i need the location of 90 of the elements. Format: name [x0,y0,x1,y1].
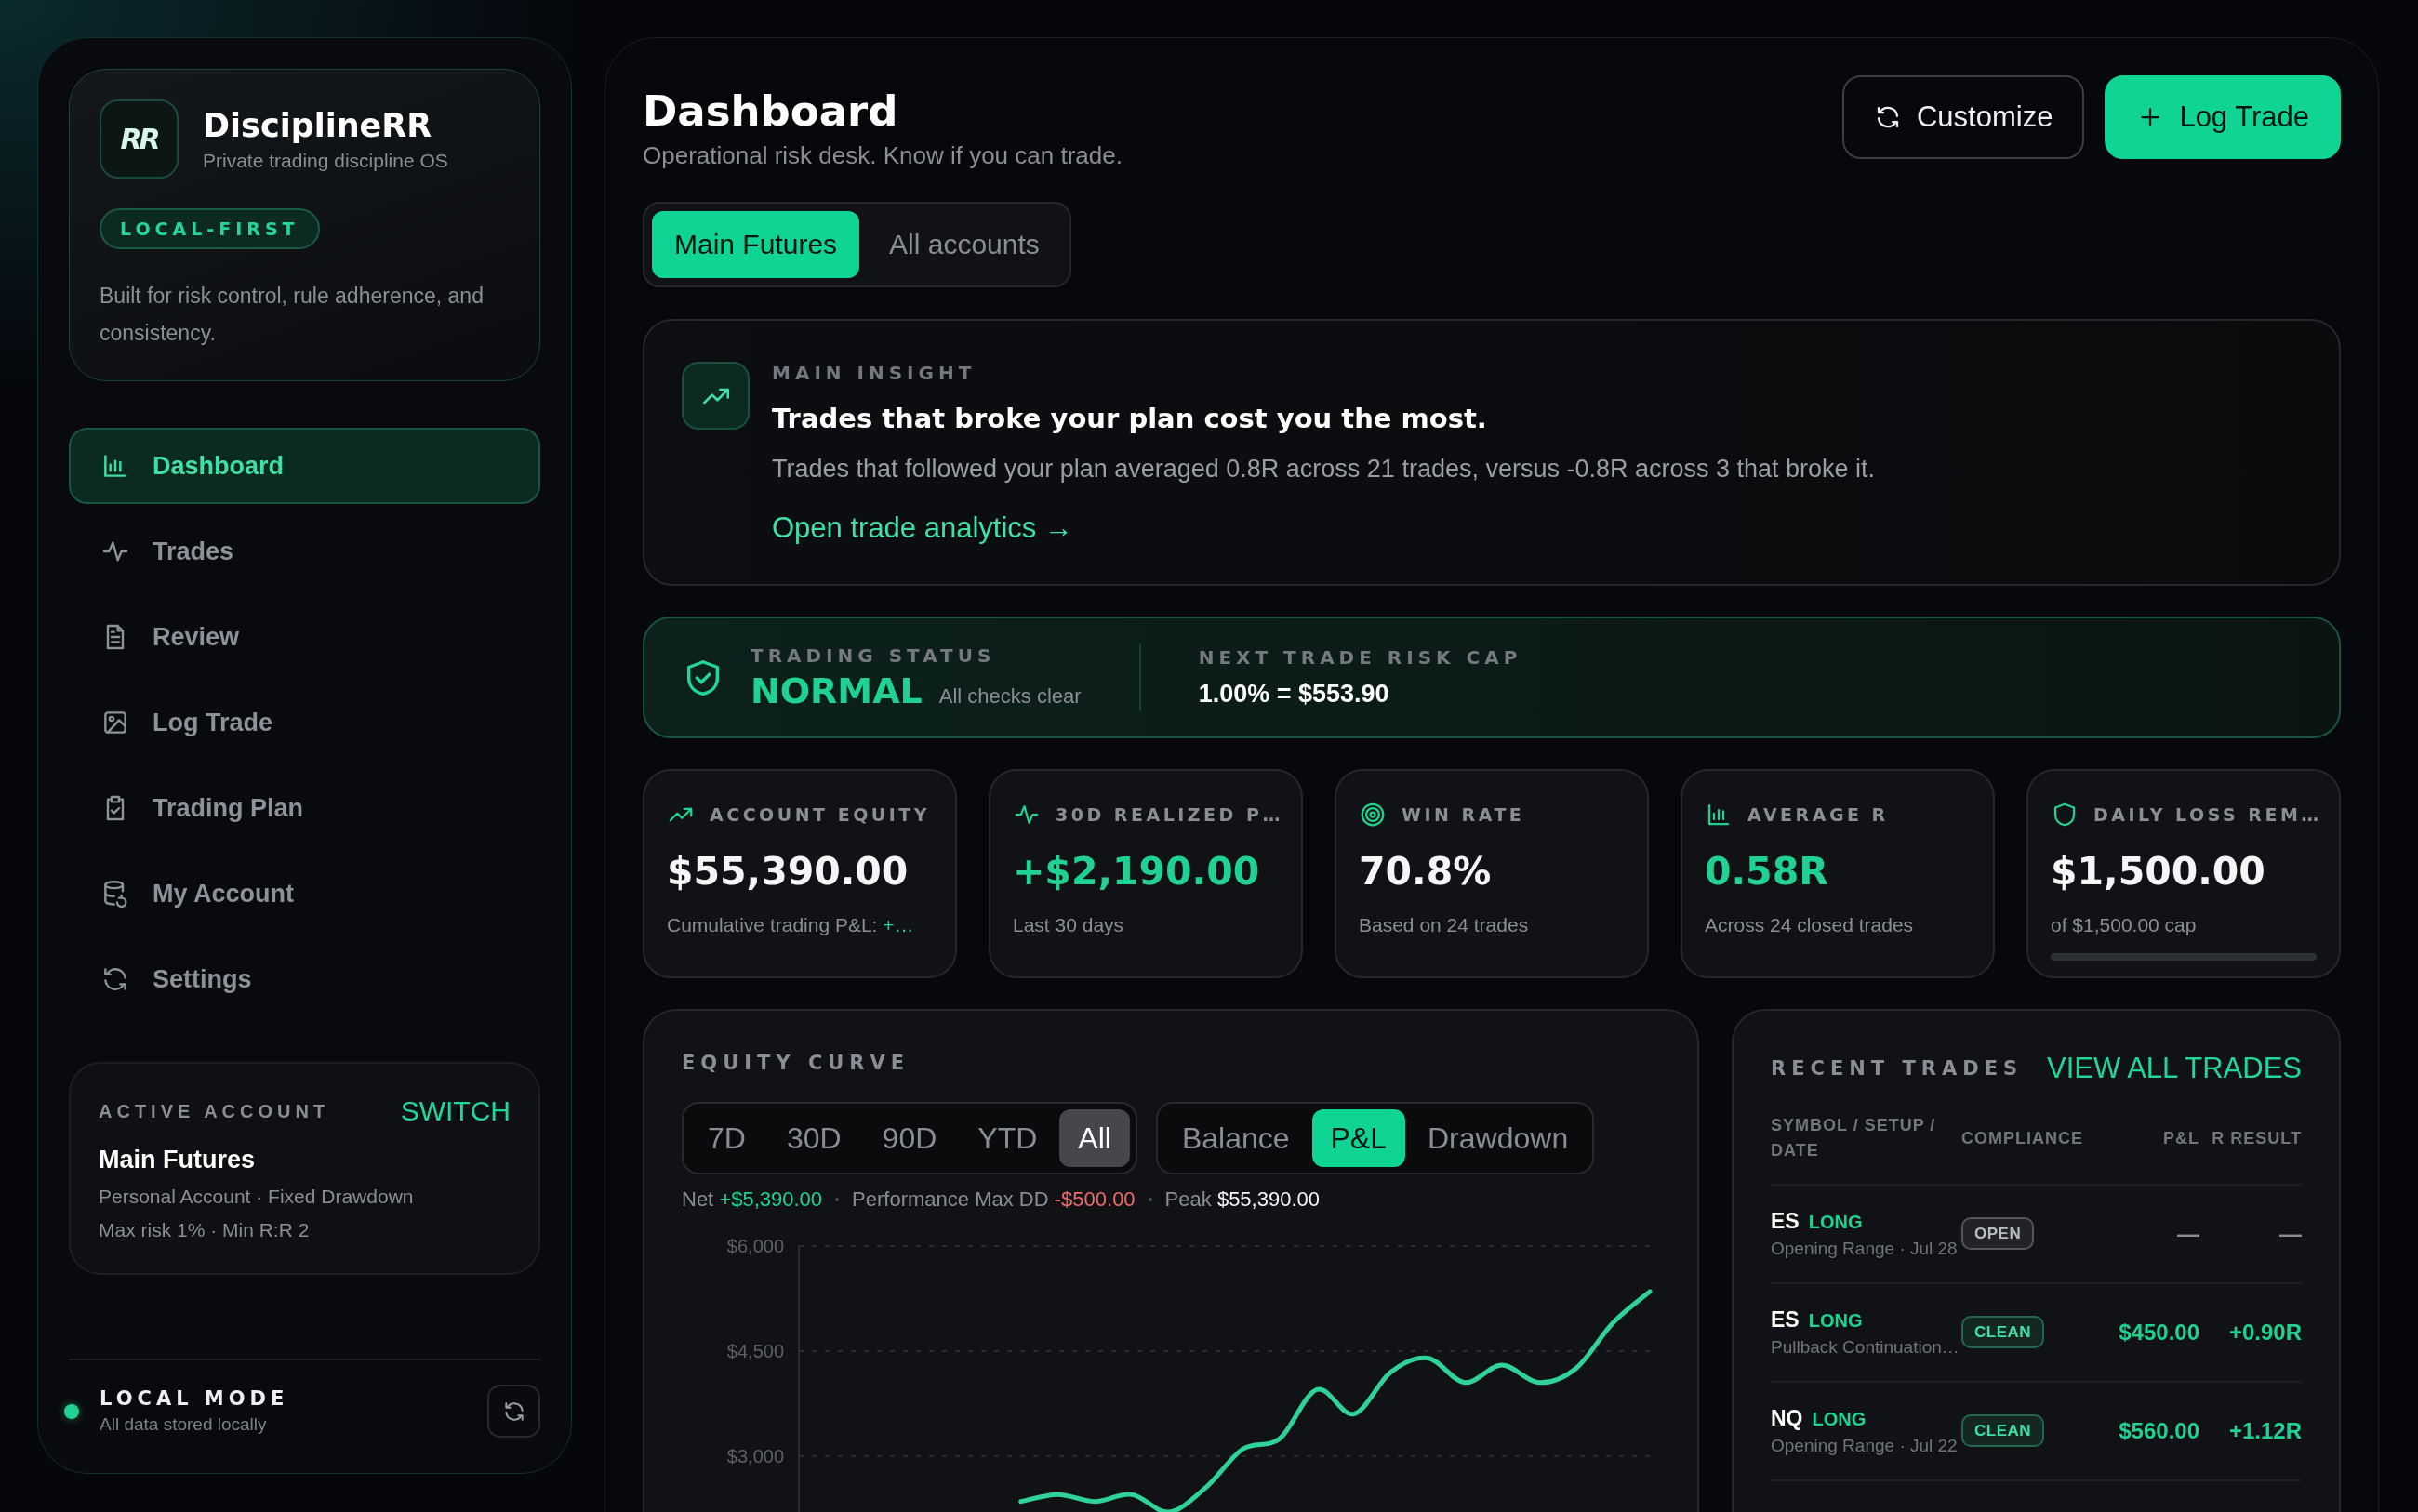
table-cell-text: $450.00 [2118,1320,2199,1346]
range-option[interactable]: All [1059,1109,1130,1167]
kpi-caption: Last 30 days [1013,914,1125,936]
kpi-value: +$2,190.00 [1013,848,1260,895]
app-tagline: Private trading discipline OS [203,149,448,172]
kpi-value: $55,390.00 [667,848,909,895]
table-cell-text: — [2176,1221,2199,1247]
table-cell-text: — [2278,1221,2302,1247]
kpi-caption: of $1,500.00 cap [2051,914,2198,936]
kpi-label: WIN RATE [1402,804,1525,825]
page-title: Dashboard [643,86,899,136]
mode-option[interactable]: Balance [1162,1109,1309,1167]
mode-subtitle: All data stored locally [100,1414,268,1435]
kpi-caption: Based on 24 trades [1359,914,1530,936]
axis-label: $6,000 [726,1236,784,1256]
column-header: SYMBOL / SETUP / DATE [1771,1115,1937,1161]
axis-label: $4,500 [726,1340,784,1361]
insight-text: Trades that followed your plan averaged 0.8R across 21 trades, versus -0.8R across 3 that broke it. [772,455,1876,484]
nav-item[interactable]: Trades [69,513,540,590]
column-header: COMPLIANCE [1961,1127,2084,1149]
nav-item[interactable]: Review [69,599,540,675]
trade-setup: Pullback Continuation… [1771,1337,1960,1358]
account-name: Main Futures [99,1146,256,1174]
section-label: ACTIVE ACCOUNT [99,1100,330,1122]
column-header: P&L [2162,1127,2199,1149]
insight-headline: Trades that broke your plan cost you the most. [772,403,1488,434]
trade-setup: Opening Range · Jul 22 [1771,1436,1959,1456]
mode-badge: LOCAL-FIRST [100,208,320,249]
mode-title: LOCAL MODE [100,1387,289,1410]
trade-side: LONG [1808,1212,1863,1232]
account-tab[interactable]: Main Futures [652,211,860,278]
kpi-label: DAILY LOSS REM… [2093,804,2322,825]
kpi-label: ACCOUNT EQUITY [710,804,930,825]
trade-side: LONG [1808,1310,1863,1331]
sync-button[interactable] [487,1385,540,1438]
trade-symbol: NQ [1771,1406,1803,1430]
nav-item[interactable]: Dashboard [69,428,540,504]
app-description: Built for risk control, rule adherence, and consistency. [100,283,485,347]
kpi-value: $1,500.00 [2051,848,2265,895]
range-option[interactable]: 30D [767,1109,860,1167]
table-cell-text: $560.00 [2118,1418,2199,1444]
status-note: All checks clear [938,683,1082,709]
page-subtitle: Operational risk desk. Know if you can trade. [643,141,1123,170]
analytics-link[interactable]: Open trade analytics → [772,511,1073,545]
kpi-caption: Across 24 closed trades [1705,914,1915,936]
range-option[interactable]: YTD [959,1109,1056,1167]
table-cell-text: +0.90R [2227,1320,2302,1346]
trade-symbol: ES [1771,1307,1800,1332]
trade-setup: Opening Range · Jul 28 [1771,1239,1959,1259]
log-trade-button[interactable]: Log Trade [2105,75,2341,159]
account-tab[interactable]: All accounts [867,211,1062,278]
mode-option[interactable]: Drawdown [1409,1109,1588,1167]
section-label: TRADING STATUS [751,643,997,667]
compliance-tag: CLEAN [1961,1414,2045,1447]
nav-item[interactable]: Settings [69,941,540,1017]
table-cell-text: +1.12R [2227,1418,2302,1444]
stat-text: Peak $55,390.00 [1164,1187,1320,1212]
status-value: NORMAL [751,670,923,711]
nav-item[interactable]: Log Trade [69,684,540,761]
range-option[interactable]: 7D [689,1109,764,1167]
view-all-link[interactable]: VIEW ALL TRADES [2047,1052,2302,1085]
card-title: EQUITY CURVE [682,1052,911,1074]
compliance-tag: OPEN [1961,1217,2035,1250]
card-title: RECENT TRADES [1771,1057,2024,1080]
nav-item[interactable]: My Account [69,855,540,932]
target-icon [1359,801,1387,829]
axis-label: $3,000 [726,1445,784,1466]
app-logo: RR [100,99,179,179]
kpi-label: AVERAGE R [1747,804,1889,825]
nav-item[interactable]: Trading Plan [69,770,540,846]
app-name: DisciplineRR [203,106,433,144]
kpi-caption: Cumulative trading P&L: +… [667,914,915,936]
switch-link[interactable]: SWITCH [400,1095,511,1127]
account-details: Max risk 1% · Min R:R 2 [99,1219,311,1241]
column-header: R RESULT [2211,1127,2302,1149]
trade-symbol: ES [1771,1209,1800,1233]
stat-text: Net +$5,390.00 [682,1187,823,1212]
section-label: MAIN INSIGHT [772,362,977,384]
account-details: Personal Account · Fixed Drawdown [99,1186,415,1208]
kpi-label: 30D REALIZED P… [1056,804,1283,825]
range-option[interactable]: 90D [863,1109,956,1167]
compliance-tag: CLEAN [1961,1316,2045,1348]
customize-button[interactable]: Customize [1841,75,2085,159]
stat-text: Performance Max DD -$500.00 [852,1187,1136,1212]
kpi-value: 0.58R [1705,848,1828,895]
mode-option[interactable]: P&L [1311,1109,1405,1167]
trade-side: LONG [1812,1409,1867,1429]
section-label: NEXT TRADE RISK CAP [1198,646,1522,669]
kpi-value: 70.8% [1359,848,1492,895]
risk-cap-value: 1.00% = $553.90 [1198,680,1390,709]
